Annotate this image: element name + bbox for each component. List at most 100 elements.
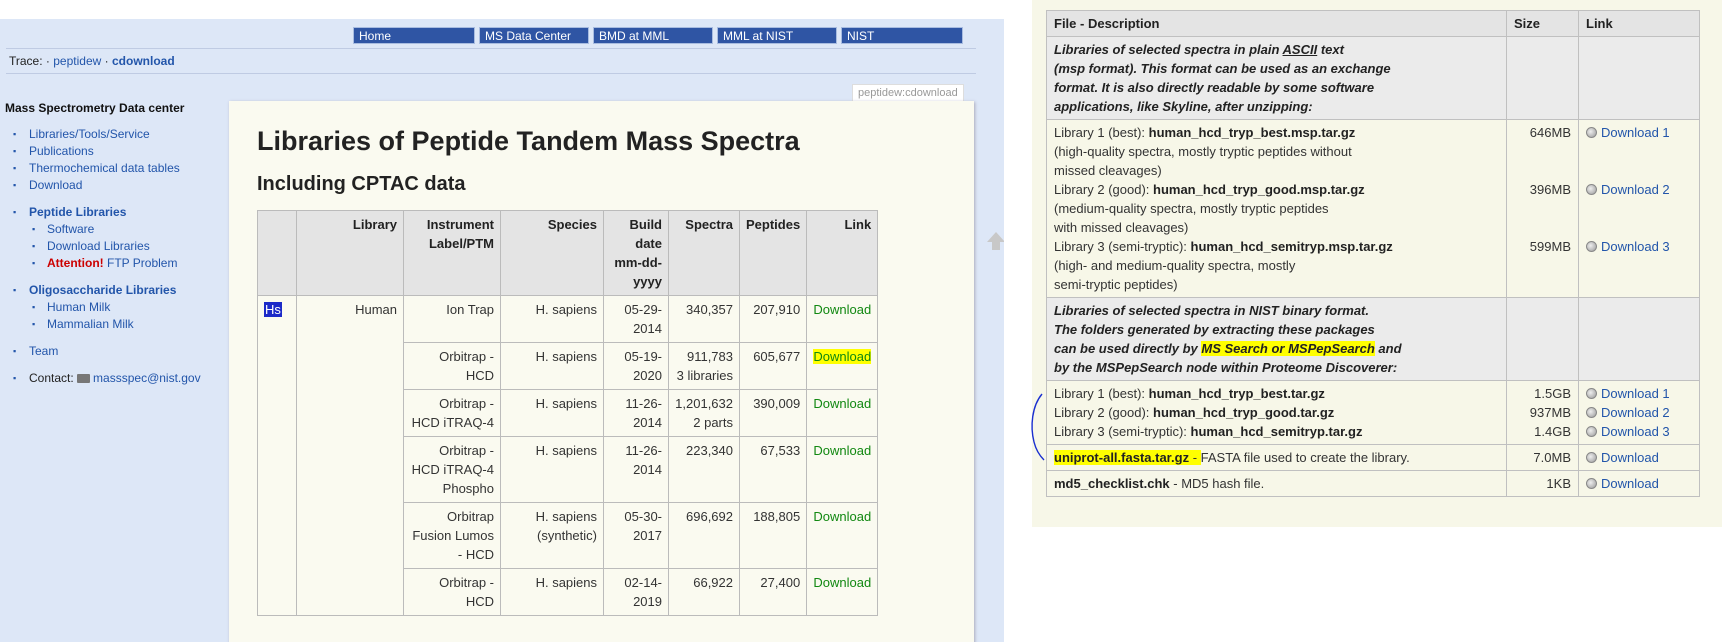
download-link[interactable]: Download [813,302,871,317]
sidebar-item-team[interactable]: Team [5,343,215,360]
nist-page-pane: Home MS Data Center BMD at MML MML at NI… [0,19,1004,642]
date-cell: 11-26-2014 [603,436,669,503]
file-size: 937MB [1529,405,1571,420]
msp-section-description: Libraries of selected spectra in plain A… [1046,36,1507,120]
section-size-cell [1506,36,1579,120]
col-file-description-header: File - Description [1046,10,1507,37]
sidebar-item-mammalian-milk[interactable]: Mammalian Milk [5,316,215,333]
divider [6,48,976,49]
files-table: File - Description Size Link Libraries o… [1046,10,1700,497]
divider [6,73,976,74]
file-desc: (high- and medium-quality spectra, mostl… [1054,258,1296,273]
spectra-cell: 911,783 3 libraries [668,342,740,390]
nav-mml-link[interactable]: MML at NIST [717,27,837,44]
ms-search-highlight: MS Search or MSPepSearch [1201,341,1375,356]
md5-download-link[interactable]: Download [1601,476,1659,491]
binary-section-row: Libraries of selected spectra in NIST bi… [1046,297,1700,381]
nav-bmd-link[interactable]: BMD at MML [593,27,713,44]
library-prefix: Library 2 (good): [1054,182,1153,197]
breadcrumb-cdownload-link[interactable]: cdownload [112,54,175,68]
breadcrumb-peptidew-link[interactable]: peptidew [53,54,101,68]
file-name: human_hcd_tryp_good.tar.gz [1153,405,1335,420]
spectra-cell: 66,922 [668,568,740,616]
library-prefix: Library 2 (good): [1054,405,1153,420]
sidebar-item-libraries-tools[interactable]: Libraries/Tools/Service [5,126,215,143]
sidebar-oligo-list: Oligosaccharide Libraries Human Milk Mam… [5,282,215,333]
sidebar-item-human-milk[interactable]: Human Milk [5,299,215,316]
sidebar-item-software[interactable]: Software [5,221,215,238]
download-2-link[interactable]: Download 2 [1601,405,1670,420]
instrument-cell: Orbitrap - HCD [403,568,501,616]
size-cell: 1KB [1506,470,1579,497]
download-3-link[interactable]: Download 3 [1601,424,1670,439]
breadcrumb-separator: · [104,54,109,68]
spectra-cell: 340,357 [668,295,740,343]
download-1-link[interactable]: Download 1 [1601,386,1670,401]
sidebar-item-thermochemical[interactable]: Thermochemical data tables [5,160,215,177]
ftp-problem-label: FTP Problem [107,256,178,270]
species-cell: H. sapiens [500,389,604,437]
nav-ms-data-center-link[interactable]: MS Data Center [479,27,589,44]
link-cell: Download [806,295,879,343]
msp-section-row: Libraries of selected spectra in plain A… [1046,36,1700,120]
msp-line: text [1317,42,1344,57]
nav-nist-link[interactable]: NIST [841,27,963,44]
sidebar-item-peptide-libraries[interactable]: Peptide Libraries [5,204,215,221]
breadcrumb-separator: · [45,54,50,68]
link-cell: Download 1 Download 2 Download 3 [1578,119,1700,298]
spectra-value: 696,692 [686,509,733,524]
globe-icon [1586,241,1597,252]
content-panel: Libraries of Peptide Tandem Mass Spectra… [229,101,974,642]
file-size: 1.4GB [1534,424,1571,439]
sidebar-item-publications[interactable]: Publications [5,143,215,160]
file-name: human_hcd_tryp_best.msp.tar.gz [1148,125,1356,140]
md5-row: md5_checklist.chk - MD5 hash file. 1KB D… [1046,470,1700,497]
link-cell: Download [806,389,879,437]
download-link-highlighted[interactable]: Download [813,349,872,364]
download-1-link[interactable]: Download 1 [1601,125,1670,140]
col-link-header: Link [806,210,879,296]
sidebar-item-download[interactable]: Download [5,177,215,194]
abbr-cell: Hs [257,295,297,616]
binary-line: Libraries of selected spectra in NIST bi… [1054,303,1369,318]
sidebar-item-download-libraries[interactable]: Download Libraries [5,238,215,255]
download-link[interactable]: Download [813,575,871,590]
date-cell: 05-19-2020 [603,342,669,390]
msp-line: (msp format). This format can be used as… [1054,61,1391,76]
download-link[interactable]: Download [813,443,871,458]
download-2-link[interactable]: Download 2 [1601,182,1670,197]
section-size-cell [1506,297,1579,381]
sidebar-item-oligosaccharide-libraries[interactable]: Oligosaccharide Libraries [5,282,215,299]
link-cell: Download [806,342,879,390]
sidebar-item-ftp-problem[interactable]: Attention! FTP Problem [5,255,215,272]
file-name: human_hcd_semitryp.msp.tar.gz [1190,239,1393,254]
library-prefix: Library 3 (semi-tryptic): [1054,424,1191,439]
msp-line: applications, like Skyline, after unzipp… [1054,99,1313,114]
files-table-header: File - Description Size Link [1046,10,1700,37]
download-link[interactable]: Download [813,509,871,524]
link-cell: Download 1 Download 2 Download 3 [1578,380,1700,445]
file-size: 599MB [1529,239,1571,254]
nav-home-link[interactable]: Home [353,27,475,44]
contact-label: Contact: [29,371,74,385]
link-cell: Download [806,436,879,503]
species-cell: H. sapiens [500,568,604,616]
download-3-link[interactable]: Download 3 [1601,239,1670,254]
binary-line: can be used directly by [1054,341,1202,356]
fasta-download-link[interactable]: Download [1601,450,1659,465]
sidebar-contact: Contact: massspec@nist.gov [5,370,215,387]
download-link[interactable]: Download [813,396,871,411]
binary-files-description: Library 1 (best): human_hcd_tryp_best.ta… [1046,380,1507,445]
abbr-hs: Hs [264,302,282,317]
globe-icon [1586,426,1597,437]
col-link-header: Link [1578,10,1700,37]
breadcrumb: Trace: · peptidew · cdownload [9,54,175,68]
size-cell: 646MB 396MB 599MB [1506,119,1579,298]
sidebar-main-list: Libraries/Tools/Service Publications The… [5,126,215,194]
peptides-cell: 188,805 [738,502,808,569]
file-desc: missed cleavages) [1054,163,1162,178]
link-cell: Download [806,568,879,616]
contact-email-link[interactable]: massspec@nist.gov [93,371,201,385]
spectra-value: 223,340 [686,443,733,458]
section-link-cell [1578,297,1700,381]
